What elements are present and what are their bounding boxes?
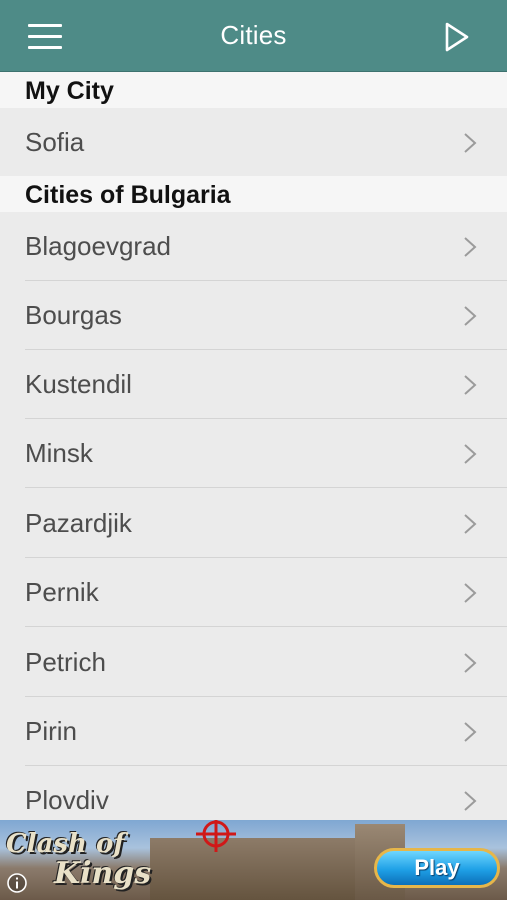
ad-logo-line2: Kings — [54, 856, 152, 891]
ad-banner[interactable]: Clash of Kings Play — [0, 820, 507, 900]
ad-game-logo: Clash of Kings — [6, 828, 166, 894]
navigation-bar: Cities — [0, 0, 507, 72]
list-item[interactable]: Petrich — [0, 628, 507, 697]
chevron-right-icon — [464, 444, 477, 464]
list-item[interactable]: Kustendil — [0, 350, 507, 419]
ad-play-button[interactable]: Play — [374, 848, 500, 888]
list-item[interactable]: Blagoevgrad — [0, 212, 507, 281]
chevron-right-icon — [464, 237, 477, 257]
list-item-label: Blagoevgrad — [25, 231, 171, 261]
list-item[interactable]: Bourgas — [0, 281, 507, 350]
chevron-right-icon — [464, 306, 477, 326]
list-item-label: Pernik — [25, 577, 99, 607]
play-triangle-icon — [445, 22, 469, 52]
crosshair-icon — [196, 820, 236, 852]
chevron-right-icon — [464, 722, 477, 742]
row-divider — [25, 487, 507, 488]
chevron-right-icon — [464, 375, 477, 395]
list-item[interactable]: Pirin — [0, 697, 507, 766]
app-screen: Cities My City Sofia Cities of Bulgaria … — [0, 0, 507, 900]
play-button[interactable] — [438, 18, 474, 56]
page-title: Cities — [220, 20, 287, 50]
chevron-right-icon — [464, 653, 477, 673]
list-item-label: Minsk — [25, 438, 93, 468]
info-icon[interactable] — [6, 872, 28, 894]
section-header-my-city: My City — [0, 72, 507, 108]
chevron-right-icon — [464, 133, 477, 153]
ad-logo-line1: Clash of — [6, 829, 125, 859]
list-item-label: Sofia — [25, 127, 85, 157]
list-item[interactable]: Pazardjik — [0, 489, 507, 558]
row-divider — [25, 626, 507, 627]
list-item[interactable]: Pernik — [0, 558, 507, 627]
list-item-label: Kustendil — [25, 369, 132, 399]
list-item-label: Pazardjik — [25, 508, 132, 538]
chevron-right-icon — [464, 583, 477, 603]
chevron-right-icon — [464, 514, 477, 534]
section-header-cities: Cities of Bulgaria — [0, 176, 507, 212]
list-item[interactable]: Sofia — [0, 108, 507, 177]
list-item-label: Pirin — [25, 716, 78, 746]
list-item-label: Petrich — [25, 647, 106, 677]
chevron-right-icon — [464, 791, 477, 811]
list-item[interactable]: Minsk — [0, 419, 507, 488]
list-item-label: Bourgas — [25, 300, 122, 330]
